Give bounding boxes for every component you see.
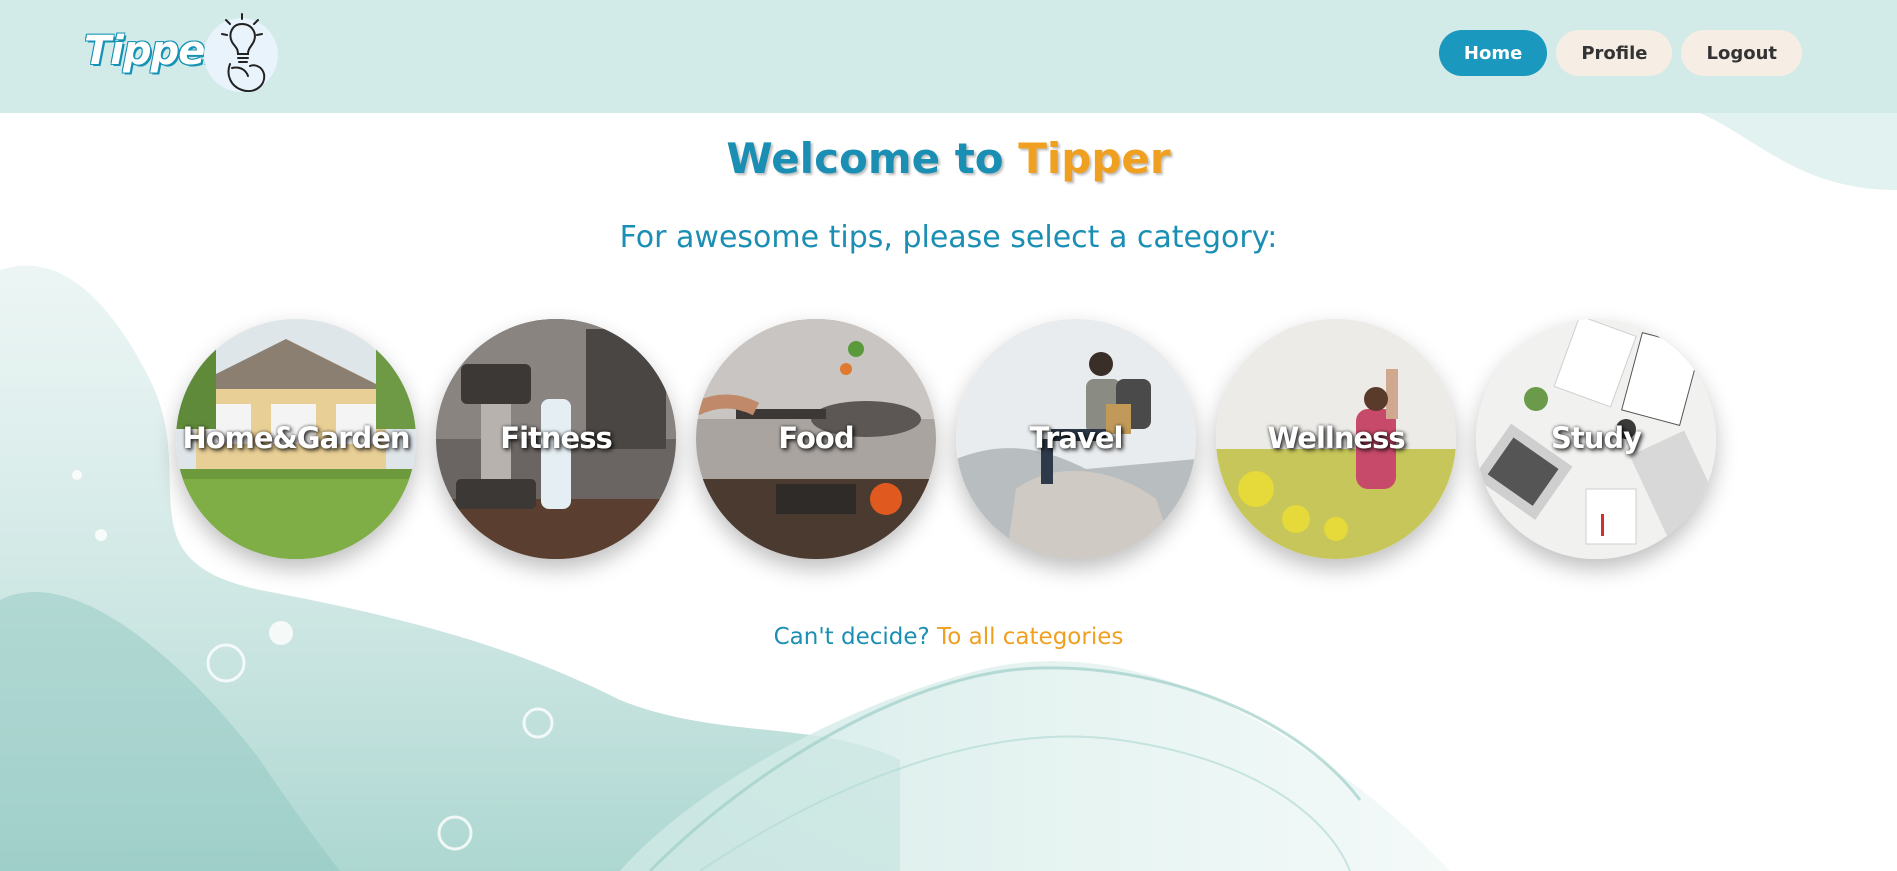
category-food[interactable]: Food (696, 319, 936, 559)
category-label: Study (1550, 421, 1642, 455)
category-wellness[interactable]: Wellness (1216, 319, 1456, 559)
category-label: Travel (1029, 421, 1124, 455)
nav-profile-button[interactable]: Profile (1556, 30, 1673, 76)
category-prompt: For awesome tips, please select a catego… (619, 220, 1278, 255)
welcome-prefix: Welcome to (726, 134, 1004, 183)
welcome-heading: Welcome to Tipper (0, 134, 1897, 183)
undecided-line: Can't decide? To all categories (0, 624, 1897, 650)
nav-home-button[interactable]: Home (1438, 30, 1548, 76)
category-study[interactable]: Study (1476, 319, 1716, 559)
category-travel[interactable]: Travel (956, 319, 1196, 559)
top-header: Tipper Home Profile Logout (0, 0, 1897, 113)
category-label: Wellness (1267, 421, 1405, 455)
category-home-garden[interactable]: Home&Garden (176, 319, 416, 559)
all-categories-link[interactable]: To all categories (937, 624, 1123, 650)
lightbulb-hand-icon (204, 13, 278, 92)
welcome-brand: Tipper (1018, 134, 1171, 183)
nav-logout-button[interactable]: Logout (1681, 30, 1802, 76)
category-label: Food (778, 421, 854, 455)
category-fitness[interactable]: Fitness (436, 319, 676, 559)
category-label: Home&Garden (182, 421, 410, 455)
brand-logo[interactable]: Tipper (84, 6, 284, 96)
category-label: Fitness (500, 421, 612, 455)
main-nav: Home Profile Logout (1438, 30, 1802, 76)
undecided-prompt: Can't decide? (773, 624, 930, 650)
